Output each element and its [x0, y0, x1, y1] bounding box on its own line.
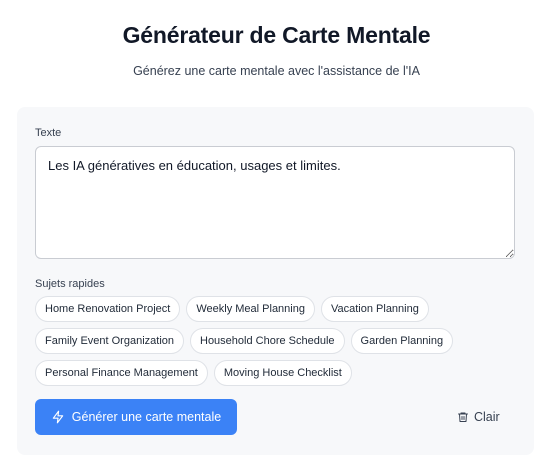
- quick-topics-row: Personal Finance Management Moving House…: [35, 360, 515, 386]
- page-title: Générateur de Carte Mentale: [122, 22, 431, 48]
- mindmap-form-card: Texte Sujets rapides Home Renovation Pro…: [17, 107, 534, 455]
- generate-button-label: Générer une carte mentale: [71, 410, 222, 424]
- quick-topic-chip[interactable]: Garden Planning: [350, 328, 454, 354]
- quick-topic-chip[interactable]: Personal Finance Management: [35, 360, 208, 386]
- quick-topics-label: Sujets rapides: [35, 278, 105, 290]
- quick-topics-row: Home Renovation Project Weekly Meal Plan…: [35, 296, 515, 322]
- quick-topic-chip[interactable]: Moving House Checklist: [213, 360, 352, 386]
- clear-button[interactable]: Clair: [457, 407, 500, 427]
- quick-topic-chip[interactable]: Household Chore Schedule: [190, 328, 345, 354]
- quick-topic-chip[interactable]: Family Event Organization: [35, 328, 184, 354]
- quick-topic-chip[interactable]: Weekly Meal Planning: [186, 296, 315, 322]
- quick-topics-list: Home Renovation Project Weekly Meal Plan…: [35, 296, 515, 392]
- generate-mindmap-button[interactable]: Générer une carte mentale: [35, 399, 237, 435]
- clear-button-label: Clair: [474, 410, 500, 424]
- text-field-label: Texte: [35, 127, 62, 139]
- trash-icon: [457, 411, 469, 423]
- text-input[interactable]: [35, 146, 515, 259]
- lightning-bolt-icon: [51, 410, 65, 424]
- quick-topic-chip[interactable]: Vacation Planning: [320, 296, 429, 322]
- page-subtitle: Générez une carte mentale avec l'assista…: [133, 64, 420, 78]
- quick-topic-chip[interactable]: Home Renovation Project: [35, 296, 181, 322]
- quick-topics-row: Family Event Organization Household Chor…: [35, 328, 515, 354]
